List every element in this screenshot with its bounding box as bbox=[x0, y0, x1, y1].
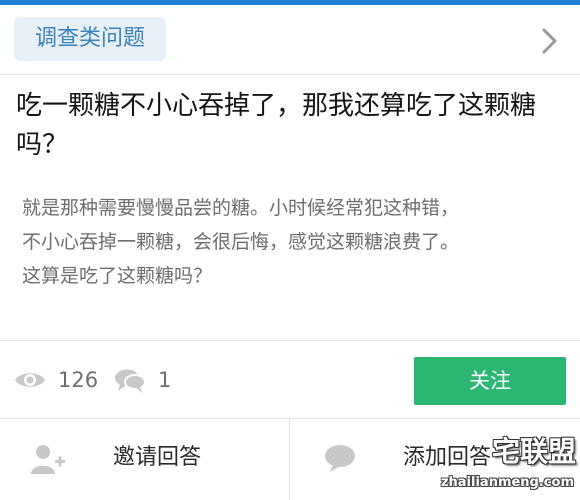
invite-answer-label: 邀请回答 bbox=[113, 445, 202, 470]
description-line: 不小心吞掉一颗糖，会很后悔，感觉这颗糖浪费了。 bbox=[22, 231, 460, 253]
description-line: 这算是吃了这颗糖吗？ bbox=[22, 265, 213, 287]
eye-icon bbox=[15, 373, 45, 387]
views-count: 126 bbox=[58, 368, 99, 392]
watermark-url: zhailianmeng.com bbox=[440, 475, 574, 490]
description-line: 就是那种需要慢慢品尝的糖。小时候经常犯这种错， bbox=[22, 197, 460, 219]
speech-bubble-icon bbox=[325, 445, 355, 472]
stats-row: 126 1 关注 bbox=[0, 340, 580, 419]
category-tag[interactable]: 调查类问题 bbox=[14, 17, 166, 61]
category-row[interactable]: 调查类问题 bbox=[0, 5, 580, 75]
question-description: 就是那种需要慢慢品尝的糖。小时候经常犯这种错， 不小心吞掉一颗糖，会很后悔，感觉… bbox=[22, 191, 567, 293]
comments-count: 1 bbox=[158, 368, 172, 392]
follow-button[interactable]: 关注 bbox=[414, 357, 566, 405]
invite-answer-button[interactable]: 邀请回答 bbox=[0, 419, 288, 500]
comment-icon bbox=[115, 369, 146, 393]
chevron-right-icon[interactable] bbox=[536, 27, 562, 55]
add-user-icon bbox=[31, 445, 65, 474]
question-title: 吃一颗糖不小心吞掉了，那我还算吃了这颗糖吗？ bbox=[16, 91, 537, 160]
site-watermark: 宅联盟 zhailianmeng.com bbox=[441, 435, 576, 495]
watermark-title: 宅联盟 bbox=[491, 435, 576, 468]
